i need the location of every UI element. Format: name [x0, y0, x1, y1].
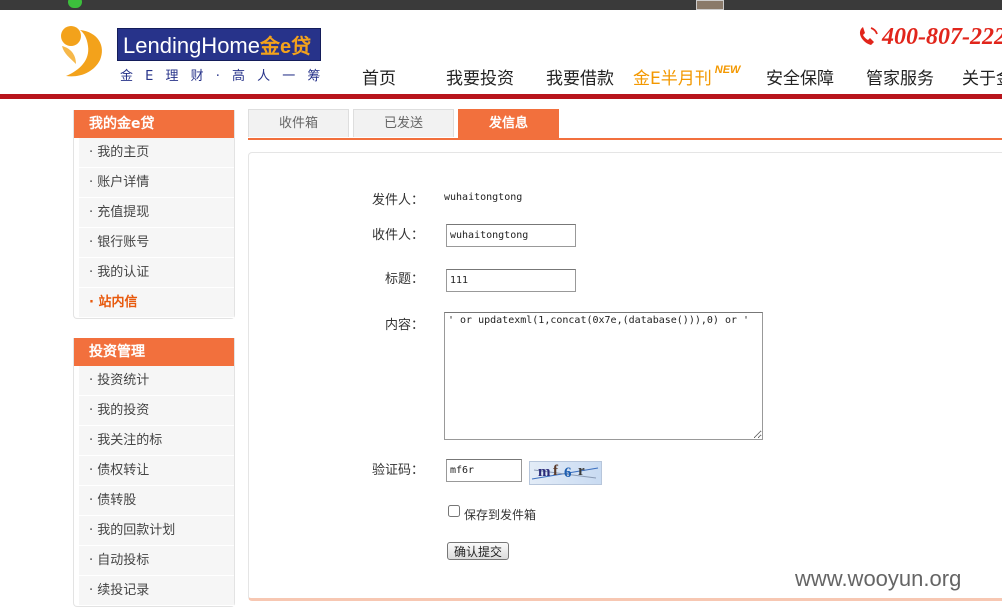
- tab-sent[interactable]: 已发送: [353, 109, 454, 137]
- message-tabs: 收件箱 已发送 发信息: [248, 109, 1002, 140]
- hotline: 400-807-222: [857, 24, 1002, 51]
- save-to-sent-checkbox[interactable]: [448, 505, 460, 517]
- recipient-label: 收件人：: [371, 228, 424, 243]
- submit-button[interactable]: 确认提交: [447, 542, 509, 560]
- phone-icon: [859, 27, 878, 45]
- subject-input[interactable]: [446, 269, 576, 292]
- sidebar-item-watched-loans[interactable]: · 我关注的标: [79, 426, 234, 456]
- watermark: www.wooyun.org: [795, 566, 962, 591]
- sidebar-item-debt-transfer[interactable]: · 债权转让: [79, 456, 234, 486]
- sidebar-item-repayment-plan[interactable]: · 我的回款计划: [79, 516, 234, 546]
- sidebar-item-messages[interactable]: · 站内信: [79, 288, 234, 318]
- tab-inbox[interactable]: 收件箱: [248, 109, 349, 137]
- top-utility-bar: [0, 0, 1002, 10]
- sidebar-invest-title: 投资管理: [74, 338, 234, 366]
- sidebar-item-home[interactable]: · 我的主页: [79, 138, 234, 168]
- captcha-input[interactable]: [446, 459, 522, 482]
- nav-newsletter[interactable]: 金E半月刊 NEW: [633, 64, 740, 89]
- captcha-image[interactable]: m f 6 r: [529, 461, 602, 485]
- sender-value: wuhaitongtong: [444, 192, 523, 203]
- captcha-label: 验证码：: [371, 463, 424, 478]
- chat-icon[interactable]: [68, 0, 82, 8]
- nav-newsletter-label: 金E半月刊: [633, 69, 712, 89]
- captcha-char: f: [553, 463, 558, 479]
- sidebar-item-debt-to-equity[interactable]: · 债转股: [79, 486, 234, 516]
- sidebar-account: 我的金e贷 · 我的主页 · 账户详情 · 充值提现 · 银行账号 · 我的认证…: [73, 110, 235, 319]
- sidebar-account-title: 我的金e贷: [74, 110, 234, 138]
- logo-text: LendingHome: [123, 33, 260, 58]
- nav-butler-service[interactable]: 管家服务: [866, 64, 934, 89]
- sidebar-item-deposit-withdraw[interactable]: · 充值提现: [79, 198, 234, 228]
- sidebar-item-reinvest-records[interactable]: · 续投记录: [79, 576, 234, 606]
- nav-security[interactable]: 安全保障: [766, 64, 834, 89]
- content-textarea[interactable]: ' or updatexml(1,concat(0x7e,(database()…: [444, 312, 763, 440]
- new-badge: NEW: [714, 64, 741, 76]
- captcha-char: m: [538, 464, 551, 480]
- sidebar-item-verification[interactable]: · 我的认证: [79, 258, 234, 288]
- nav-about[interactable]: 关于金: [962, 64, 1002, 89]
- sidebar-item-account-details[interactable]: · 账户详情: [79, 168, 234, 198]
- nav-borrow[interactable]: 我要借款: [546, 64, 614, 89]
- nav-invest[interactable]: 我要投资: [446, 64, 514, 89]
- content-label: 内容：: [384, 318, 424, 333]
- sender-label: 发件人：: [371, 193, 424, 208]
- sidebar-item-bank-account[interactable]: · 银行账号: [79, 228, 234, 258]
- sidebar-item-my-investments[interactable]: · 我的投资: [79, 396, 234, 426]
- header-divider: [0, 94, 1002, 99]
- sidebar-item-invest-stats[interactable]: · 投资统计: [79, 366, 234, 396]
- captcha-char: r: [578, 463, 585, 479]
- user-avatar[interactable]: [696, 0, 724, 10]
- recipient-input[interactable]: [446, 224, 576, 247]
- logo-cn-text: 金e贷: [259, 36, 312, 58]
- save-to-sent-label[interactable]: 保存到发件箱: [464, 506, 536, 523]
- hotline-number: 400-807-222: [882, 24, 1002, 50]
- main-nav: 首页 我要投资 我要借款 金E半月刊NEW 安全保障 管家服务 关于金: [0, 64, 1002, 92]
- tab-compose[interactable]: 发信息: [458, 109, 559, 139]
- nav-home[interactable]: 首页: [362, 64, 396, 89]
- brand-logo[interactable]: LendingHome金e贷: [117, 28, 321, 61]
- captcha-char: 6: [564, 465, 572, 481]
- sidebar-invest: 投资管理 · 投资统计 · 我的投资 · 我关注的标 · 债权转让 · 债转股 …: [73, 338, 235, 607]
- subject-label: 标题：: [384, 272, 424, 287]
- sidebar-item-auto-bid[interactable]: · 自动投标: [79, 546, 234, 576]
